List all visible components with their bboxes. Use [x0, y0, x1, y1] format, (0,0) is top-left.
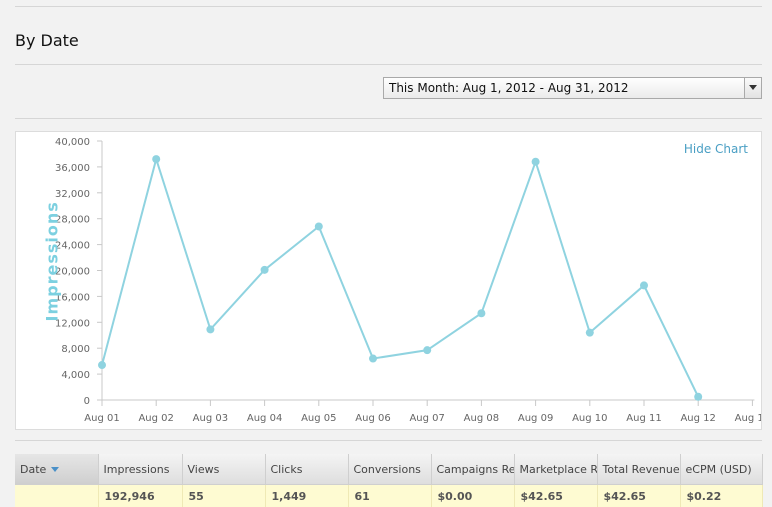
x-tick-label: Aug 03: [193, 413, 228, 424]
data-point[interactable]: [206, 325, 214, 333]
date-range-dropdown-button[interactable]: [744, 78, 761, 98]
sort-desc-icon: [51, 467, 59, 472]
data-point[interactable]: [640, 281, 648, 289]
title-divider: [15, 64, 762, 65]
hide-chart-link[interactable]: Hide Chart: [684, 142, 748, 156]
x-tick-label: Aug 13: [735, 413, 761, 424]
x-tick-label: Aug 12: [680, 413, 715, 424]
total-ecpm: $0.22: [680, 485, 762, 507]
data-point[interactable]: [369, 355, 377, 363]
total-marketplace-revenue: $42.65: [514, 485, 597, 507]
x-tick-label: Aug 01: [84, 413, 119, 424]
data-point[interactable]: [98, 361, 106, 369]
totals-row: 192,946 55 1,449 61 $0.00 $42.65 $42.65 …: [15, 485, 762, 507]
x-tick-label: Aug 06: [355, 413, 390, 424]
column-header-campaigns-revenue[interactable]: Campaigns Revenue (USD): [431, 454, 514, 485]
column-header-label: Date: [20, 463, 46, 476]
data-point[interactable]: [694, 393, 702, 401]
x-tick-label: Aug 07: [409, 413, 444, 424]
y-tick-label: 36,000: [55, 163, 90, 174]
series-line: [102, 159, 698, 397]
stats-table: Date Impressions Views Clicks Conversion…: [15, 454, 763, 507]
table-header-row: Date Impressions Views Clicks Conversion…: [15, 454, 762, 485]
y-tick-label: 0: [84, 396, 90, 407]
x-tick-label: Aug 11: [626, 413, 661, 424]
page-title: By Date: [15, 31, 79, 50]
top-divider: [15, 6, 762, 7]
total-campaigns-revenue: $0.00: [431, 485, 514, 507]
date-range-value: This Month: Aug 1, 2012 - Aug 31, 2012: [389, 81, 629, 95]
data-point[interactable]: [586, 329, 594, 337]
data-point[interactable]: [477, 309, 485, 317]
total-conversions: 61: [348, 485, 431, 507]
column-header-clicks[interactable]: Clicks: [265, 454, 348, 485]
x-tick-label: Aug 05: [301, 413, 336, 424]
column-header-total-revenue[interactable]: Total Revenue (USD): [597, 454, 680, 485]
line-chart: 04,0008,00012,00016,00020,00024,00028,00…: [16, 132, 761, 429]
y-tick-label: 8,000: [61, 344, 90, 355]
data-point[interactable]: [152, 155, 160, 163]
y-axis-label: Impressions: [43, 222, 62, 322]
total-impressions: 192,946: [98, 485, 182, 507]
x-tick-label: Aug 04: [247, 413, 282, 424]
data-point[interactable]: [315, 222, 323, 230]
chart-divider: [15, 440, 762, 441]
total-clicks: 1,449: [265, 485, 348, 507]
y-tick-label: 40,000: [55, 137, 90, 148]
chevron-down-icon: [749, 85, 757, 90]
column-header-ecpm[interactable]: eCPM (USD): [680, 454, 762, 485]
total-date: [15, 485, 98, 507]
x-tick-label: Aug 09: [518, 413, 553, 424]
date-range-select[interactable]: This Month: Aug 1, 2012 - Aug 31, 2012: [383, 77, 762, 99]
range-divider: [15, 118, 762, 119]
y-tick-label: 32,000: [55, 189, 90, 200]
x-tick-label: Aug 02: [138, 413, 173, 424]
column-header-views[interactable]: Views: [182, 454, 265, 485]
total-revenue: $42.65: [597, 485, 680, 507]
column-header-impressions[interactable]: Impressions: [98, 454, 182, 485]
impressions-chart: 04,0008,00012,00016,00020,00024,00028,00…: [15, 131, 762, 430]
data-point[interactable]: [532, 158, 540, 166]
column-header-conversions[interactable]: Conversions: [348, 454, 431, 485]
data-point[interactable]: [261, 266, 269, 274]
column-header-date[interactable]: Date: [15, 454, 98, 485]
column-header-marketplace-revenue[interactable]: Marketplace Revenue (USD): [514, 454, 597, 485]
x-tick-label: Aug 10: [572, 413, 607, 424]
data-point[interactable]: [423, 346, 431, 354]
x-tick-label: Aug 08: [464, 413, 499, 424]
total-views: 55: [182, 485, 265, 507]
y-tick-label: 4,000: [61, 370, 90, 381]
